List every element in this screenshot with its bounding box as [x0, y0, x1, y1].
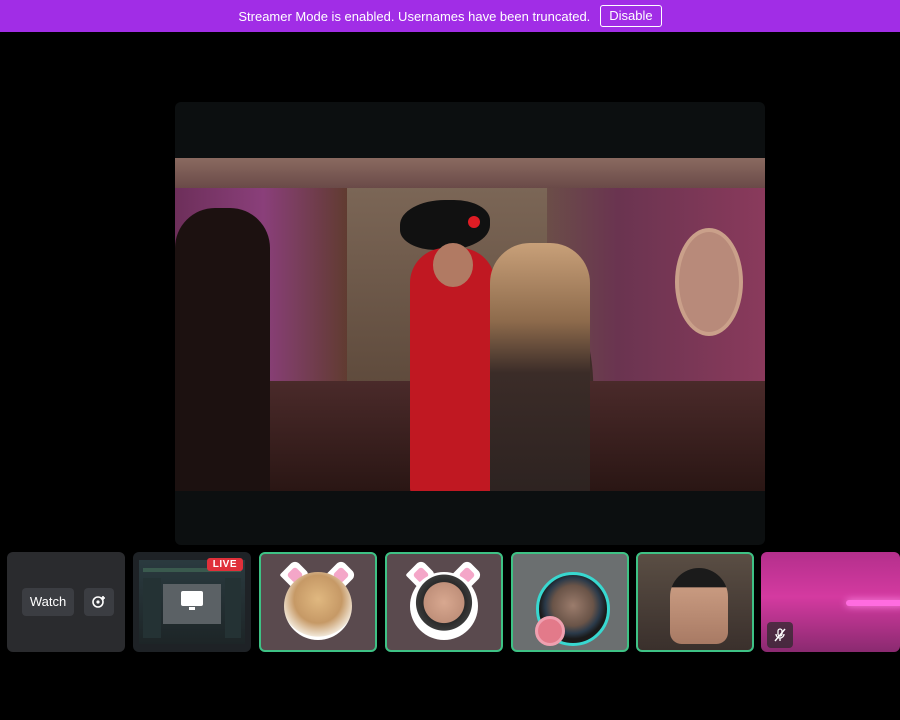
video-wall-fish	[400, 200, 490, 250]
participant-tile-man-avatar[interactable]	[385, 552, 503, 652]
camera-feed	[670, 568, 728, 644]
disable-streamer-mode-button[interactable]: Disable	[600, 5, 662, 27]
participant-strip: Watch LIVE	[0, 552, 900, 652]
main-video-stage[interactable]	[175, 102, 765, 545]
streamer-mode-banner: Streamer Mode is enabled. Usernames have…	[0, 0, 900, 32]
donut-decoration-icon	[535, 616, 565, 646]
video-person-blonde	[490, 243, 590, 491]
streamer-mode-message: Streamer Mode is enabled. Usernames have…	[238, 8, 591, 24]
participant-tile-pink-camera[interactable]	[761, 552, 900, 652]
video-ceiling	[175, 158, 765, 188]
participant-tile-hidden-stream[interactable]: Watch	[7, 552, 125, 652]
add-stream-icon[interactable]	[84, 588, 114, 616]
participant-tile-bearded-avatar[interactable]	[511, 552, 629, 652]
video-person-left	[175, 208, 270, 491]
avatar	[284, 572, 352, 640]
monitor-icon	[180, 590, 204, 612]
video-wall-mirror	[675, 228, 743, 336]
avatar	[410, 572, 478, 640]
participant-tile-camera[interactable]	[636, 552, 754, 652]
neon-light	[846, 600, 900, 606]
live-badge: LIVE	[206, 558, 243, 571]
watch-stream-button[interactable]: Watch	[22, 588, 74, 616]
video-person-red-head	[433, 243, 473, 287]
main-video-feed[interactable]	[175, 158, 765, 491]
participant-tile-screenshare[interactable]: LIVE	[133, 552, 251, 652]
participant-tile-dog-avatar[interactable]	[259, 552, 377, 652]
mic-muted-icon	[767, 622, 793, 648]
